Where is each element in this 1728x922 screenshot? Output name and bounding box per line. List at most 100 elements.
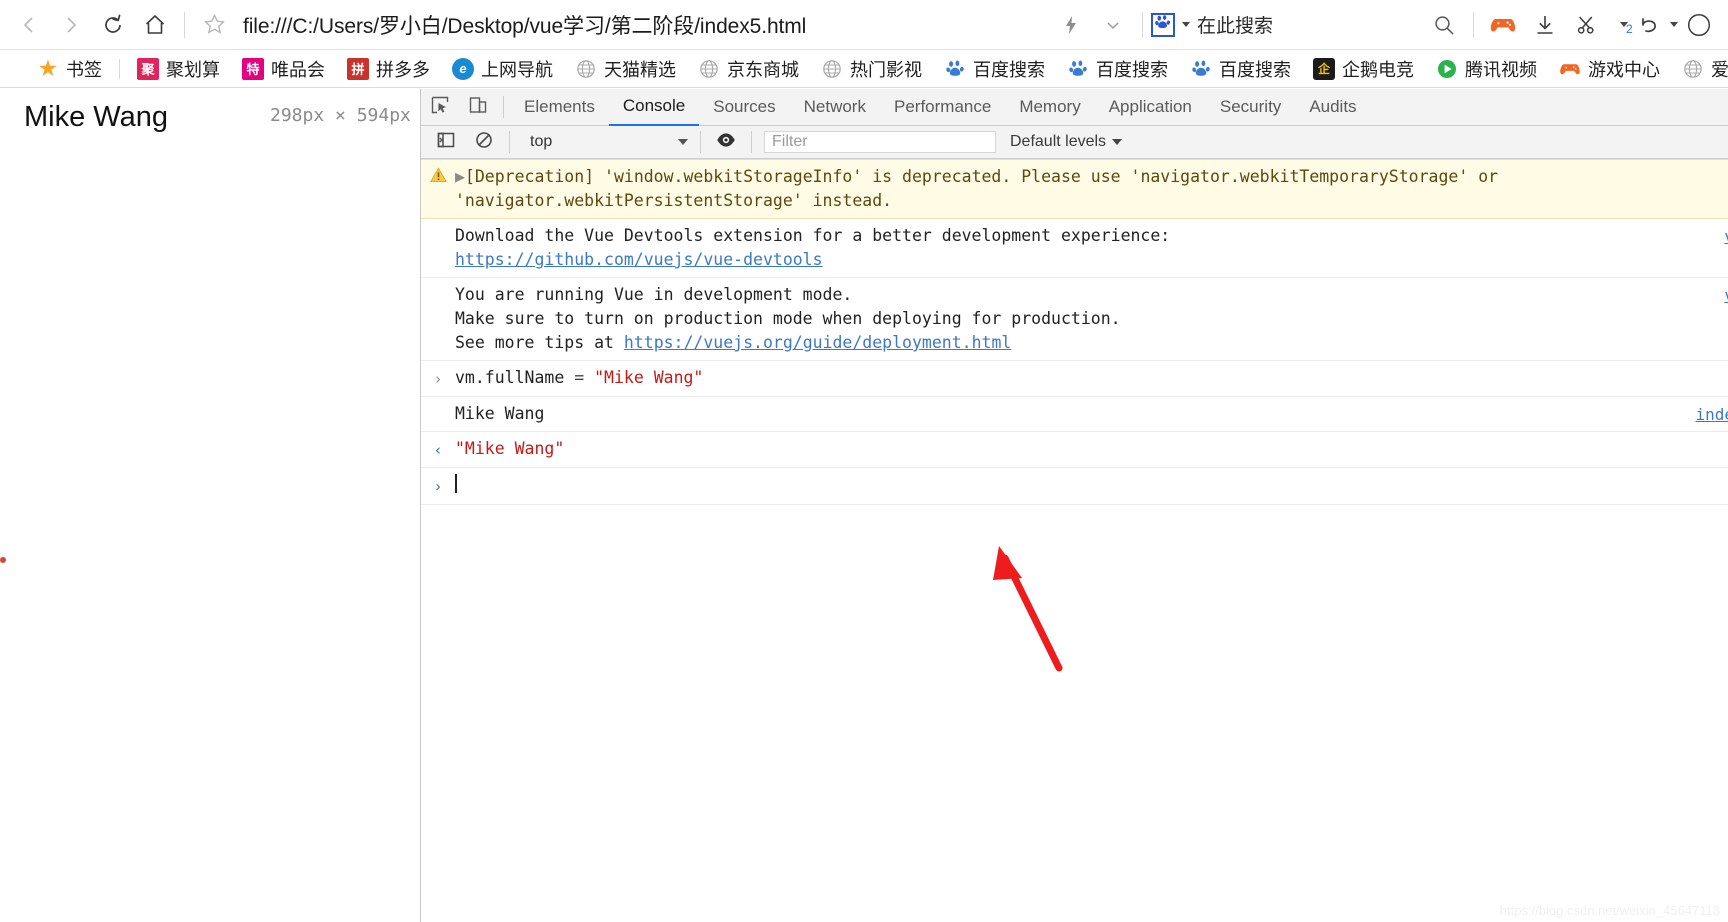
toolbar-overflow-button[interactable]: [1092, 4, 1134, 46]
bookmark-item[interactable]: 百度搜索: [1056, 56, 1179, 82]
address-bar-url[interactable]: file:///C:/Users/罗小白/Desktop/vue学习/第二阶段/…: [243, 10, 806, 40]
search-engine-selector[interactable]: [1150, 12, 1175, 37]
bookmark-item[interactable]: 热门影视: [810, 56, 933, 82]
bookmark-item[interactable]: 百度搜索: [933, 56, 1056, 82]
account-circle-icon: [1686, 12, 1712, 38]
search-input[interactable]: 在此搜索: [1197, 11, 1273, 38]
toolbar-divider: [184, 11, 185, 38]
viewport-resize-handle[interactable]: [0, 557, 6, 563]
console-message-log[interactable]: You are running Vue in development mode.…: [421, 278, 1728, 361]
chevron-down-icon: [678, 139, 688, 145]
inspect-element-button[interactable]: [421, 89, 459, 125]
filterbar-divider-2: [700, 131, 701, 153]
browser-window: file:///C:/Users/罗小白/Desktop/vue学习/第二阶段/…: [0, 0, 1728, 922]
baidu-paw-icon: [1155, 14, 1171, 35]
expand-triangle-icon[interactable]: ▶: [455, 167, 465, 186]
search-button[interactable]: [1423, 4, 1465, 46]
reload-button[interactable]: [92, 4, 134, 46]
bookmark-item[interactable]: 京东商城: [687, 56, 810, 82]
toolbar-divider-2: [1141, 11, 1143, 38]
message-source-link[interactable]: v: [1724, 284, 1728, 308]
bookmark-label: 百度搜索: [1096, 59, 1168, 80]
lightning-button[interactable]: [1050, 4, 1092, 46]
execution-context-select[interactable]: top: [524, 131, 694, 154]
clear-console-icon: [475, 131, 493, 154]
forward-button[interactable]: [50, 4, 92, 46]
tencent-video-icon: [1436, 58, 1458, 80]
search-engine-caret-icon[interactable]: [1181, 22, 1190, 27]
tab-audits[interactable]: Audits: [1295, 89, 1370, 126]
tab-sources[interactable]: Sources: [699, 89, 789, 126]
bookmark-item[interactable]: 爱淘: [1671, 56, 1728, 82]
bookmark-item[interactable]: 特唯品会: [231, 56, 336, 82]
tab-console[interactable]: Console: [608, 89, 700, 126]
message-gutter: [421, 402, 455, 403]
tab-memory[interactable]: Memory: [1005, 89, 1094, 126]
search-icon: [1432, 13, 1456, 37]
lightning-icon: [1060, 14, 1082, 36]
console-message-log[interactable]: Mike Wang inde: [421, 397, 1728, 432]
bookmark-label: 腾讯视频: [1465, 59, 1537, 80]
baidu-paw-icon: [1067, 58, 1089, 80]
tab-performance[interactable]: Performance: [880, 89, 1005, 126]
bookmark-item[interactable]: 百度搜索: [1179, 56, 1302, 82]
tab-security[interactable]: Security: [1206, 89, 1295, 126]
console-prompt-row[interactable]: ›: [421, 468, 1728, 505]
undo-button[interactable]: 2: [1626, 4, 1670, 46]
star-icon: ★: [39, 58, 57, 80]
browser-toolbar: file:///C:/Users/罗小白/Desktop/vue学习/第二阶段/…: [0, 0, 1728, 50]
bookmark-label: 拼多多: [376, 59, 430, 80]
back-button[interactable]: [8, 4, 50, 46]
console-input-echo[interactable]: › vm.fullName = "Mike Wang": [421, 361, 1728, 397]
account-button[interactable]: [1678, 4, 1720, 46]
message-gutter: ›: [421, 478, 455, 495]
execution-context-value: top: [530, 133, 553, 150]
vip-icon: 特: [242, 57, 264, 80]
screenshot-button[interactable]: [1566, 4, 1608, 46]
bookmark-item[interactable]: 腾讯视频: [1425, 56, 1548, 82]
console-message-warning[interactable]: ▶[Deprecation] 'window.webkitStorageInfo…: [421, 159, 1728, 219]
bookmark-item[interactable]: 拼拼多多: [336, 56, 441, 82]
live-expression-button[interactable]: [707, 124, 745, 160]
bookmark-label: 书签: [66, 59, 102, 80]
console-message-list[interactable]: ▶[Deprecation] 'window.webkitStorageInfo…: [421, 159, 1728, 922]
bookmark-item[interactable]: 聚聚划算: [126, 56, 231, 82]
console-message-log[interactable]: Download the Vue Devtools extension for …: [421, 219, 1728, 278]
clear-console-button[interactable]: [465, 124, 503, 160]
bookmark-item[interactable]: 游戏中心: [1548, 56, 1671, 82]
device-toolbar-button[interactable]: [459, 89, 497, 125]
prompt-caret-icon: ›: [435, 477, 441, 495]
message-source-link[interactable]: inde: [1695, 403, 1728, 427]
tab-application[interactable]: Application: [1095, 89, 1206, 126]
console-sidebar-button[interactable]: [427, 124, 465, 160]
device-toolbar-icon: [468, 95, 488, 120]
console-result[interactable]: ‹ "Mike Wang": [421, 432, 1728, 468]
filterbar-divider-3: [751, 131, 752, 153]
bookmark-item[interactable]: e 上网导航: [441, 56, 564, 82]
console-filter-input[interactable]: Filter: [764, 131, 996, 153]
bookmark-item[interactable]: 天猫精选: [564, 56, 687, 82]
undo-caret-icon[interactable]: [1670, 22, 1678, 27]
downloads-button[interactable]: [1524, 4, 1566, 46]
chevron-down-icon: [1103, 15, 1123, 35]
chevron-right-icon: [60, 14, 82, 36]
bookmark-item[interactable]: 企企鹅电竞: [1302, 56, 1425, 82]
message-source-link[interactable]: v: [1724, 225, 1728, 249]
log-levels-select[interactable]: Default levels: [1010, 133, 1123, 151]
bookmark-item[interactable]: ★ 书签: [26, 56, 113, 82]
result-arrow-icon: ‹: [433, 441, 443, 459]
undo-badge: 2: [1626, 21, 1633, 36]
vue-deployment-link[interactable]: https://vuejs.org/guide/deployment.html: [624, 333, 1011, 352]
gamepad-icon: [1490, 15, 1516, 35]
game-center-button[interactable]: [1482, 4, 1524, 46]
tab-network[interactable]: Network: [790, 89, 880, 126]
console-prompt-input[interactable]: [455, 474, 457, 498]
scissors-icon: [1575, 13, 1599, 37]
vue-devtools-link[interactable]: https://github.com/vuejs/vue-devtools: [455, 250, 823, 269]
tab-elements[interactable]: Elements: [510, 89, 609, 126]
log-message-body: Mike Wang: [455, 404, 545, 423]
search-engine-area: 在此搜索: [1150, 11, 1273, 38]
bookmark-star-button[interactable]: [193, 4, 235, 46]
bookmark-label: 热门影视: [850, 59, 922, 80]
home-button[interactable]: [134, 4, 176, 46]
